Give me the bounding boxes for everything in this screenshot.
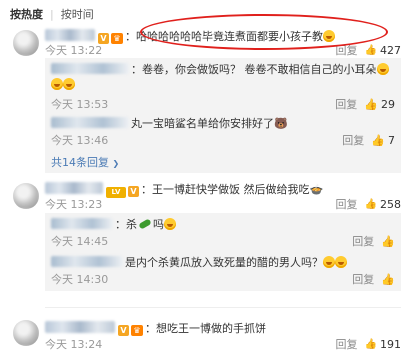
- like-button[interactable]: 👍 427: [365, 44, 401, 57]
- view-more-replies-link[interactable]: 共14条回复 ❯: [51, 154, 119, 170]
- reply-time: 今天 14:30: [51, 273, 109, 286]
- thumbs-up-icon: 👍: [371, 133, 385, 147]
- comment-text: 想吃王一博做的手抓饼: [156, 322, 266, 335]
- reply-actions: 回复 👍: [345, 271, 395, 287]
- reply-list: ：杀吗 今天 14:45 回复 👍 是内个杀黄瓜放入致死量的醋的男人吗？ 今天 …: [45, 213, 401, 291]
- comment-actions: 回复 👍 258: [329, 196, 401, 212]
- comment-actions: 回复 👍 191: [329, 336, 401, 352]
- divider: [45, 307, 401, 308]
- laugh-emoji-icon: [323, 256, 335, 268]
- thumbs-up-icon: 👍: [364, 338, 377, 350]
- comment-time: 今天 13:24: [45, 338, 103, 351]
- reply-button[interactable]: 回复: [352, 271, 374, 287]
- comment-time: 今天 13:22: [45, 44, 103, 57]
- reply-button[interactable]: 回复: [342, 132, 364, 148]
- username[interactable]: [45, 182, 103, 194]
- like-count: 427: [380, 43, 401, 57]
- like-count: 258: [380, 197, 401, 211]
- comment-time: 今天 13:23: [45, 198, 103, 211]
- like-button[interactable]: 👍 191: [365, 338, 401, 351]
- sort-tabs: 按热度 | 按时间: [10, 6, 94, 22]
- reply-text: ：卷卷，你会做饭吗？ 卷卷不敢相信自己的小耳朵: [131, 63, 377, 76]
- username[interactable]: [45, 321, 115, 333]
- bear-emoji-icon: 🐻: [274, 117, 288, 130]
- laugh-emoji-icon: [376, 63, 389, 75]
- like-count: 191: [380, 337, 401, 351]
- avatar[interactable]: [13, 320, 39, 346]
- reply-time: 今天 13:46: [51, 134, 109, 147]
- reply-button[interactable]: 回复: [336, 196, 358, 212]
- comment-actions: 回复 👍 427: [329, 42, 401, 58]
- comment-item: LV V ：王一博赶快学做饭 然后做给我吃🍲 今天 13:23 回复 👍 258: [0, 181, 413, 211]
- sort-by-time-tab[interactable]: 按时间: [61, 6, 94, 22]
- member-badge-icon: ♛: [131, 325, 143, 336]
- like-count: 7: [388, 133, 395, 147]
- reply-text-suffix: 吗: [153, 218, 164, 231]
- member-badge-icon: ♛: [111, 33, 123, 44]
- like-count: 29: [381, 97, 395, 111]
- vip-badge-icon: V: [118, 325, 129, 336]
- laugh-emoji-icon: [63, 78, 75, 90]
- reply-username[interactable]: [51, 63, 129, 74]
- reply-text: 是内个杀黄瓜放入致死量的醋的男人吗？: [125, 256, 323, 269]
- reply-button[interactable]: 回复: [352, 233, 374, 249]
- reply-item: 丸一宝暗鲨名单给你安排好了🐻 今天 13:46 回复 👍 7: [45, 114, 401, 150]
- reply-item: ：杀吗 今天 14:45 回复 👍: [51, 218, 395, 249]
- laugh-emoji-icon: [164, 218, 176, 230]
- thumbs-up-icon: 👍: [381, 272, 395, 286]
- sort-by-hot-tab[interactable]: 按热度: [10, 6, 43, 22]
- like-button[interactable]: 👍 29: [364, 98, 395, 111]
- like-button[interactable]: 👍 258: [365, 198, 401, 211]
- reply-button[interactable]: 回复: [336, 336, 358, 352]
- like-button[interactable]: 👍 7: [371, 134, 395, 147]
- like-button[interactable]: 👍: [381, 235, 395, 248]
- reply-item: 是内个杀黄瓜放入致死量的醋的男人吗？ 今天 14:30 回复 👍: [45, 253, 401, 289]
- tab-separator: |: [50, 7, 54, 21]
- thumbs-up-icon: 👍: [364, 97, 378, 111]
- comment-text: 王一博赶快学做饭 然后做给我吃: [152, 183, 310, 196]
- reply-username[interactable]: [51, 117, 129, 128]
- thumbs-up-icon: 👍: [381, 234, 395, 248]
- thumbs-up-icon: 👍: [364, 44, 377, 56]
- reply-username[interactable]: [51, 218, 113, 229]
- comment-text: 哈哈哈哈哈哈毕竟连煮面都要小孩子教: [136, 30, 323, 43]
- reply-text-prefix: 杀: [126, 218, 137, 231]
- reply-list: ：卷卷，你会做饭吗？ 卷卷不敢相信自己的小耳朵 今天 13:53 回复 👍 29 …: [45, 58, 401, 173]
- bowl-emoji-icon: 🍲: [309, 183, 324, 196]
- avatar[interactable]: [13, 30, 39, 56]
- reply-time: 今天 14:45: [51, 235, 109, 248]
- laugh-emoji-icon: [51, 78, 63, 90]
- comment-item: V ♛ ：哈哈哈哈哈哈毕竟连煮面都要小孩子教 今天 13:22 回复 👍 427: [0, 28, 413, 58]
- laugh-emoji-icon: [335, 256, 347, 268]
- reply-actions: 回复 👍: [345, 233, 395, 249]
- avatar[interactable]: [13, 183, 39, 209]
- reply-actions: 回复 👍 7: [335, 132, 395, 148]
- laugh-emoji-icon: [323, 30, 335, 42]
- reply-actions: 回复 👍 29: [328, 96, 395, 112]
- reply-time: 今天 13:53: [51, 98, 109, 111]
- comment-item: V ♛ ：想吃王一博做的手抓饼 今天 13:24 回复 👍 191: [0, 319, 413, 352]
- username[interactable]: [45, 29, 95, 41]
- level-badge-icon: LV: [106, 187, 126, 198]
- reply-button[interactable]: 回复: [335, 96, 357, 112]
- reply-button[interactable]: 回复: [336, 42, 358, 58]
- like-button[interactable]: 👍: [381, 273, 395, 286]
- vip-badge-icon: V: [128, 186, 139, 197]
- view-more-replies-label: 共14条回复: [51, 156, 109, 169]
- cucumber-icon: [138, 218, 152, 230]
- chevron-right-icon: ❯: [112, 159, 120, 168]
- thumbs-up-icon: 👍: [364, 198, 377, 210]
- reply-text: 丸一宝暗鲨名单给你安排好了: [131, 117, 274, 130]
- reply-username[interactable]: [51, 256, 123, 267]
- reply-item: ：卷卷，你会做饭吗？ 卷卷不敢相信自己的小耳朵 今天 13:53 回复 👍 29: [45, 60, 401, 112]
